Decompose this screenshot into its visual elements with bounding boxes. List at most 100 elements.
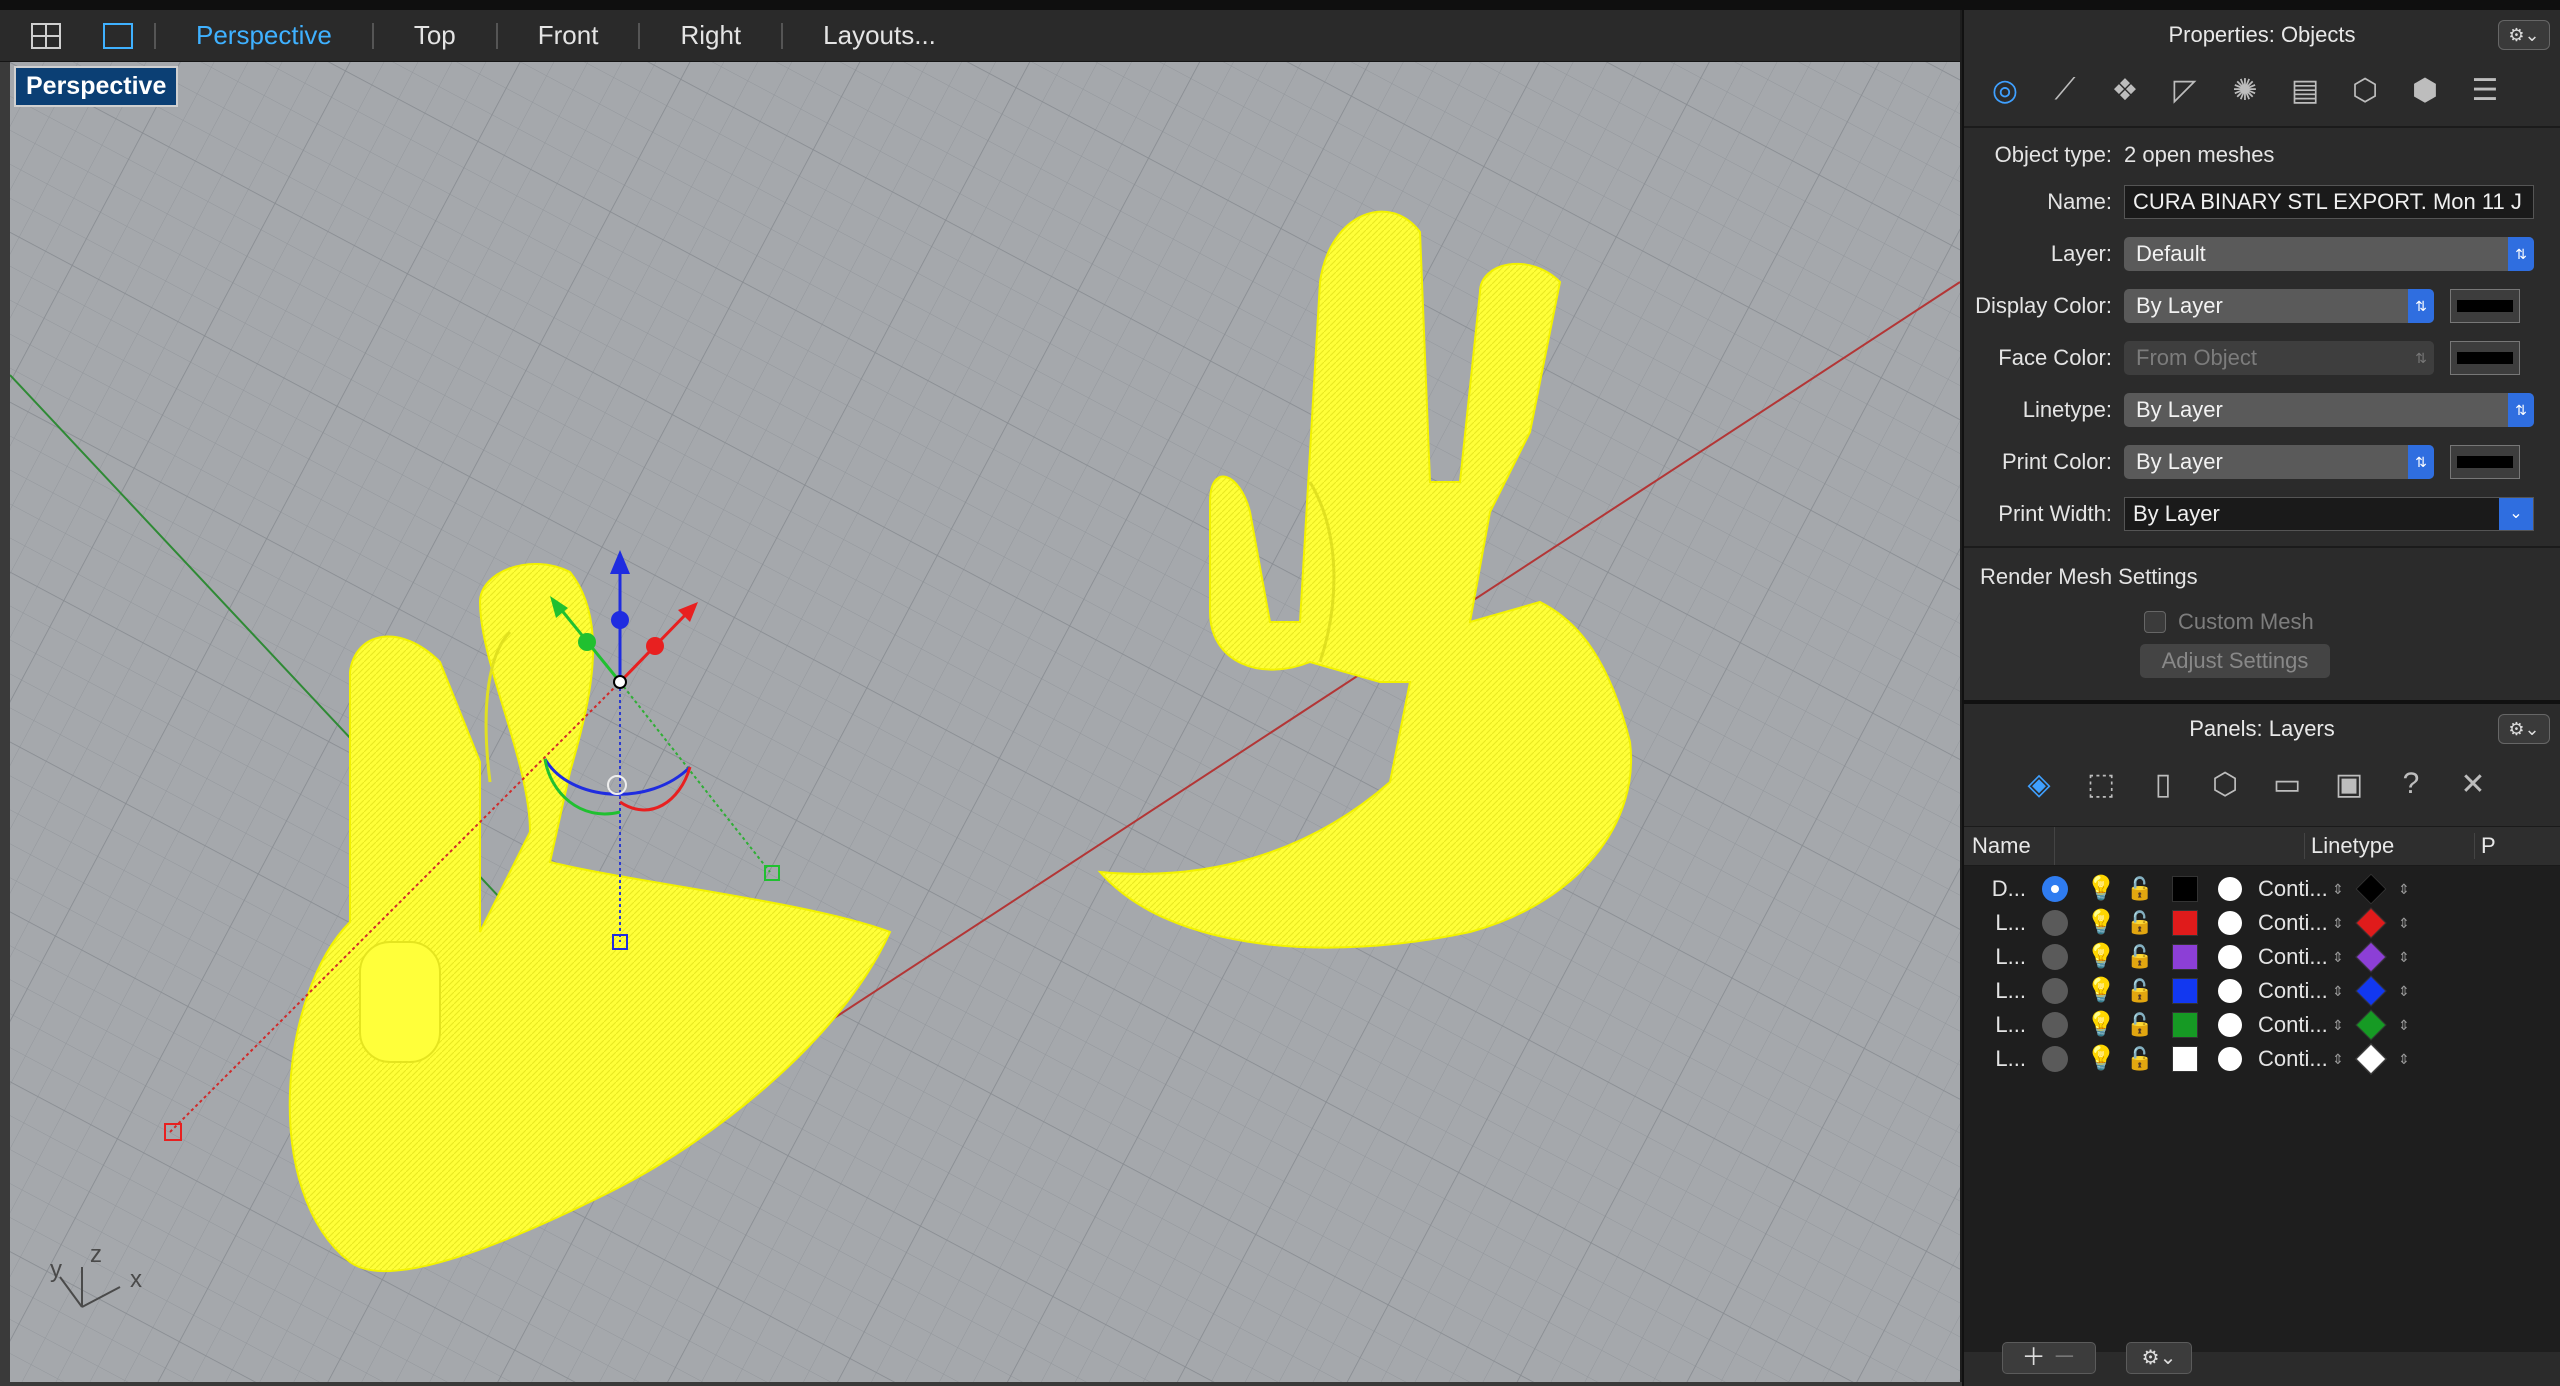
lock-icon[interactable]: 🔓 [2126, 978, 2153, 1004]
libraries-icon[interactable]: ⬚ [2082, 765, 2120, 803]
current-layer-indicator[interactable] [2042, 944, 2068, 970]
lock-icon[interactable]: 🔓 [2126, 910, 2153, 936]
file-icon[interactable]: ▯ [2144, 765, 2182, 803]
chevron-updown-icon[interactable]: ⇕ [2330, 915, 2346, 932]
layer-row[interactable]: L... 💡 🔓 Conti... ⇕ ⇕ [1964, 940, 2560, 974]
custom-mesh-checkbox[interactable] [2144, 611, 2166, 633]
chevron-updown-icon[interactable]: ⇕ [2330, 1051, 2346, 1068]
layer-row[interactable]: L... 💡 🔓 Conti... ⇕ ⇕ [1964, 1008, 2560, 1042]
print-width-combo[interactable]: By Layer ⌄ [2124, 497, 2534, 531]
layer-name[interactable]: L... [1974, 910, 2034, 936]
properties-gear-button[interactable]: ⚙⌄ [2498, 20, 2550, 50]
display-color-swatch[interactable] [2450, 289, 2520, 323]
print-color-diamond[interactable] [2355, 941, 2387, 973]
lightbulb-icon[interactable]: 💡 [2086, 876, 2116, 902]
layer-name[interactable]: L... [1974, 944, 2034, 970]
help-icon[interactable]: ? [2392, 765, 2430, 803]
face-color-select[interactable]: From Object ⇅ [2124, 341, 2434, 375]
print-color-select[interactable]: By Layer ⇅ [2124, 445, 2434, 479]
display-icon[interactable]: ▣ [2330, 765, 2368, 803]
chevron-down-icon[interactable]: ⌄ [2499, 498, 2533, 530]
lightbulb-icon[interactable]: 💡 [2086, 1012, 2116, 1038]
lightbulb-icon[interactable]: 💡 [2086, 944, 2116, 970]
layer-color-swatch[interactable] [2172, 1046, 2198, 1072]
print-color-diamond[interactable] [2355, 1009, 2387, 1041]
print-color-diamond[interactable] [2355, 975, 2387, 1007]
lock-icon[interactable]: 🔓 [2126, 876, 2153, 902]
current-layer-indicator[interactable] [2042, 876, 2068, 902]
layer-linetype[interactable]: Conti... [2258, 876, 2330, 902]
perspective-viewport[interactable]: y z x [10, 62, 1960, 1382]
col-linetype[interactable]: Linetype [2304, 833, 2474, 859]
current-layer-indicator[interactable] [2042, 1012, 2068, 1038]
current-layer-indicator[interactable] [2042, 910, 2068, 936]
material-icon[interactable]: ❖ [2106, 71, 2144, 109]
print-color-diamond[interactable] [2355, 873, 2387, 905]
material-circle-icon[interactable] [2218, 979, 2242, 1003]
layer-linetype[interactable]: Conti... [2258, 910, 2330, 936]
adjust-settings-button[interactable]: Adjust Settings [2140, 644, 2330, 678]
tab-front[interactable]: Front [498, 10, 639, 61]
attribute-icon[interactable]: ▤ [2286, 71, 2324, 109]
material-circle-icon[interactable] [2218, 877, 2242, 901]
layer-name[interactable]: L... [1974, 1046, 2034, 1072]
layers-options-button[interactable]: ⚙⌄ [2126, 1342, 2192, 1374]
cube-icon[interactable]: ⬡ [2206, 765, 2244, 803]
chevron-updown-icon[interactable]: ⇕ [2330, 949, 2346, 966]
material-circle-icon[interactable] [2218, 1047, 2242, 1071]
name-field[interactable]: CURA BINARY STL EXPORT. Mon 11 J [2124, 185, 2534, 219]
add-layer-button[interactable]: ＋ [2022, 1344, 2046, 1371]
layer-select[interactable]: Default ⇅ [2124, 237, 2534, 271]
chevron-updown-icon[interactable]: ⇕ [2396, 949, 2412, 966]
chevron-updown-icon[interactable]: ⇕ [2330, 1017, 2346, 1034]
print-color-diamond[interactable] [2355, 907, 2387, 939]
chevron-updown-icon[interactable]: ⇕ [2330, 881, 2346, 898]
col-print[interactable]: P [2474, 833, 2496, 859]
layer-name[interactable]: D... [1974, 876, 2034, 902]
tab-right[interactable]: Right [640, 10, 781, 61]
texture-icon[interactable]: ◸ [2166, 71, 2204, 109]
document-icon[interactable]: ☰ [2466, 71, 2504, 109]
chevron-updown-icon[interactable]: ⇕ [2396, 983, 2412, 1000]
lightbulb-icon[interactable]: 💡 [2086, 1046, 2116, 1072]
layer-color-swatch[interactable] [2172, 978, 2198, 1004]
box-icon[interactable]: ⬢ [2406, 71, 2444, 109]
layer-linetype[interactable]: Conti... [2258, 978, 2330, 1004]
layer-linetype[interactable]: Conti... [2258, 1012, 2330, 1038]
layer-row[interactable]: L... 💡 🔓 Conti... ⇕ ⇕ [1964, 906, 2560, 940]
decal-icon[interactable]: ✺ [2226, 71, 2264, 109]
tab-layouts[interactable]: Layouts... [783, 10, 976, 61]
layer-row[interactable]: D... 💡 🔓 Conti... ⇕ ⇕ [1964, 872, 2560, 906]
layer-color-swatch[interactable] [2172, 1012, 2198, 1038]
layer-color-swatch[interactable] [2172, 910, 2198, 936]
single-viewport-icon[interactable] [82, 10, 154, 61]
lock-icon[interactable]: 🔓 [2126, 1046, 2153, 1072]
remove-layer-button[interactable]: － [2052, 1344, 2076, 1371]
layers-gear-button[interactable]: ⚙⌄ [2498, 714, 2550, 744]
lock-icon[interactable]: 🔓 [2126, 1012, 2153, 1038]
grid-layout-icon[interactable] [0, 10, 82, 61]
material-circle-icon[interactable] [2218, 945, 2242, 969]
layer-row[interactable]: L... 💡 🔓 Conti... ⇕ ⇕ [1964, 1042, 2560, 1076]
curve-icon[interactable]: ⟋ [2046, 71, 2084, 109]
current-layer-indicator[interactable] [2042, 978, 2068, 1004]
layer-linetype[interactable]: Conti... [2258, 1046, 2330, 1072]
tab-top[interactable]: Top [374, 10, 496, 61]
print-color-diamond[interactable] [2355, 1043, 2387, 1075]
chevron-updown-icon[interactable]: ⇕ [2396, 1051, 2412, 1068]
mesh-icon[interactable]: ⬡ [2346, 71, 2384, 109]
chevron-updown-icon[interactable]: ⇕ [2330, 983, 2346, 1000]
object-properties-icon[interactable]: ◎ [1986, 71, 2024, 109]
layer-color-swatch[interactable] [2172, 944, 2198, 970]
print-color-swatch[interactable] [2450, 445, 2520, 479]
tools-icon[interactable]: ✕ [2454, 765, 2492, 803]
lightbulb-icon[interactable]: 💡 [2086, 978, 2116, 1004]
col-name[interactable]: Name [1964, 833, 2054, 859]
layer-name[interactable]: L... [1974, 978, 2034, 1004]
layers-icon[interactable]: ◈ [2020, 765, 2058, 803]
tab-perspective[interactable]: Perspective [156, 10, 372, 61]
chevron-updown-icon[interactable]: ⇕ [2396, 1017, 2412, 1034]
layer-row[interactable]: L... 💡 🔓 Conti... ⇕ ⇕ [1964, 974, 2560, 1008]
display-color-select[interactable]: By Layer ⇅ [2124, 289, 2434, 323]
notes-icon[interactable]: ▭ [2268, 765, 2306, 803]
